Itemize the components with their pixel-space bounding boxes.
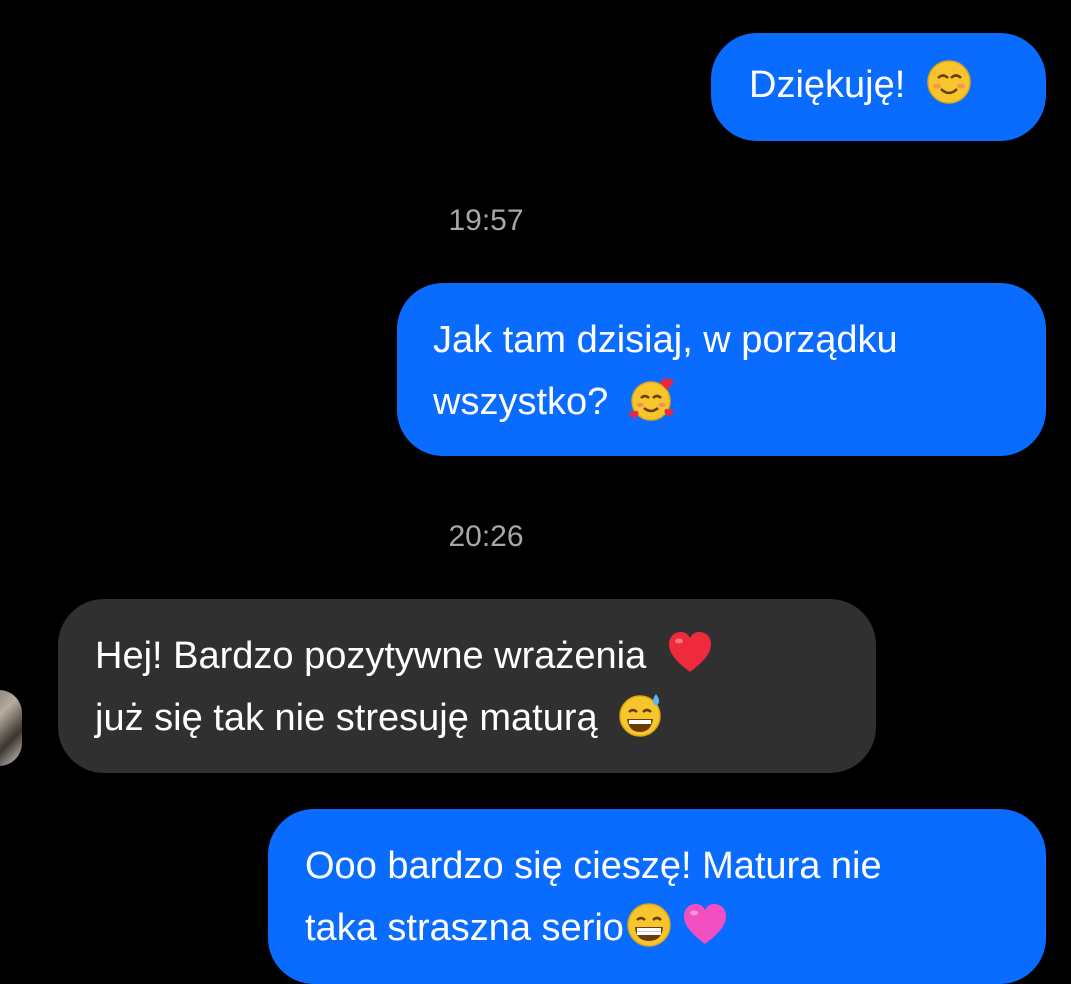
message-text: wszystko? [433, 381, 619, 423]
outgoing-message-bubble[interactable]: Ooo bardzo się cieszę! Matura nie taka s… [268, 809, 1046, 984]
message-text: Dziękuję! [749, 64, 916, 106]
contact-avatar[interactable] [0, 690, 22, 766]
outgoing-message-bubble[interactable]: Dziękuję! [711, 33, 1046, 141]
outgoing-message-bubble[interactable]: Jak tam dzisiaj, w porządku wszystko? [397, 283, 1046, 456]
red-heart-emoji [667, 630, 713, 676]
incoming-message-bubble[interactable]: Hej! Bardzo pozytywne wrażenia już się t… [58, 599, 876, 773]
message-text: Hej! Bardzo pozytywne wrażenia [95, 635, 657, 677]
timestamp: 20:26 [448, 520, 524, 553]
message-text: taka straszna serio [305, 907, 624, 949]
smiling-face-emoji [926, 59, 972, 105]
message-text: Ooo bardzo się cieszę! Matura nie [305, 845, 882, 887]
grinning-sweat-emoji [618, 692, 664, 738]
beaming-face-emoji [626, 902, 672, 948]
smiling-face-with-hearts-emoji [629, 376, 675, 422]
message-text: już się tak nie stresuję maturą [95, 697, 609, 739]
timestamp: 19:57 [448, 204, 524, 237]
pink-heart-emoji [682, 902, 728, 948]
message-text: Jak tam dzisiaj, w porządku [433, 319, 898, 361]
